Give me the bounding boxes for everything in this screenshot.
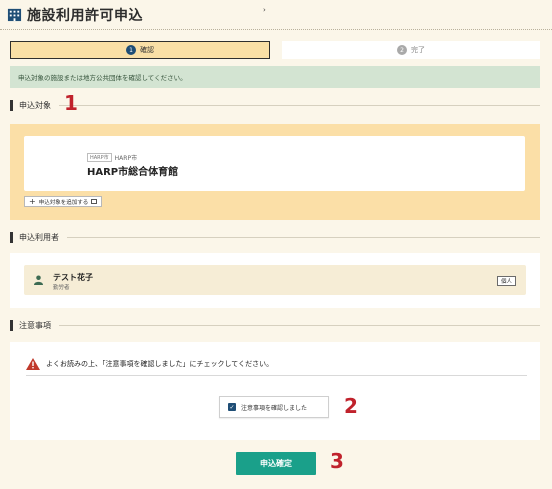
heading-bar	[10, 99, 13, 111]
page-header: 施設利用許可申込	[0, 0, 552, 30]
facility-card: HARP市 HARP市 HARP市総合体育館	[24, 136, 525, 191]
step-label: 完了	[411, 46, 425, 54]
step-number: 1	[126, 45, 136, 55]
confirm-notes-checkbox[interactable]: ✓ 注意事項を確認しました	[219, 396, 329, 418]
applicant-name: テスト花子	[53, 273, 93, 282]
divider	[59, 104, 540, 106]
heading-bar	[10, 319, 13, 331]
window-icon	[91, 199, 98, 204]
checkbox-label: 注意事項を確認しました	[241, 404, 308, 412]
applicant-type-badge: 個人	[496, 276, 516, 286]
plus-icon: +	[29, 197, 36, 206]
step-confirm: 1 確認	[10, 41, 270, 59]
submit-button[interactable]: 申込確定	[236, 452, 316, 475]
annotation-callout-1: 1	[64, 91, 78, 115]
progress-stepper: 1 確認 2 完了	[10, 41, 540, 59]
person-icon	[34, 275, 43, 285]
divider	[59, 324, 540, 326]
divider	[67, 236, 540, 238]
step-complete: 2 完了	[282, 41, 540, 59]
section-label: 注意事項	[19, 320, 51, 330]
annotation-callout-2: 2	[344, 394, 358, 418]
prefecture-name: HARP市	[114, 155, 138, 162]
annotation-callout-3: 3	[330, 449, 344, 473]
section-notes-heading: 注意事項	[10, 318, 540, 332]
add-target-label: 申込対象を追加する	[38, 199, 89, 206]
facility-prefecture: HARP市 HARP市	[87, 153, 137, 162]
section-target-heading: 申込対象	[10, 98, 540, 112]
info-message: 申込対象の施設または地方公共団体を確認してください。	[10, 66, 540, 88]
section-label: 申込利用者	[19, 232, 59, 242]
section-applicant-heading: 申込利用者	[10, 230, 540, 244]
section-label: 申込対象	[19, 100, 51, 110]
step-number: 2	[397, 45, 407, 55]
applicant-card: テスト花子 勤労者 個人	[24, 265, 526, 295]
heading-bar	[10, 231, 13, 243]
page-title: 施設利用許可申込	[27, 7, 143, 24]
add-target-button[interactable]: + 申込対象を追加する	[24, 196, 103, 207]
step-label: 確認	[140, 46, 154, 54]
building-icon	[7, 8, 22, 22]
divider	[26, 375, 527, 376]
checkbox-checked-icon[interactable]: ✓	[228, 403, 236, 411]
step-separator: ›	[263, 6, 266, 14]
facility-name: HARP市総合体育館	[87, 167, 179, 178]
notes-panel	[10, 342, 540, 440]
prefecture-tag: HARP市	[87, 153, 112, 162]
warning-icon	[26, 358, 40, 370]
notes-warning: よくお読みの上、「注意事項を確認しました」にチェックしてください。	[26, 358, 273, 370]
applicant-role: 勤労者	[53, 285, 70, 291]
warning-text: よくお読みの上、「注意事項を確認しました」にチェックしてください。	[46, 360, 274, 368]
